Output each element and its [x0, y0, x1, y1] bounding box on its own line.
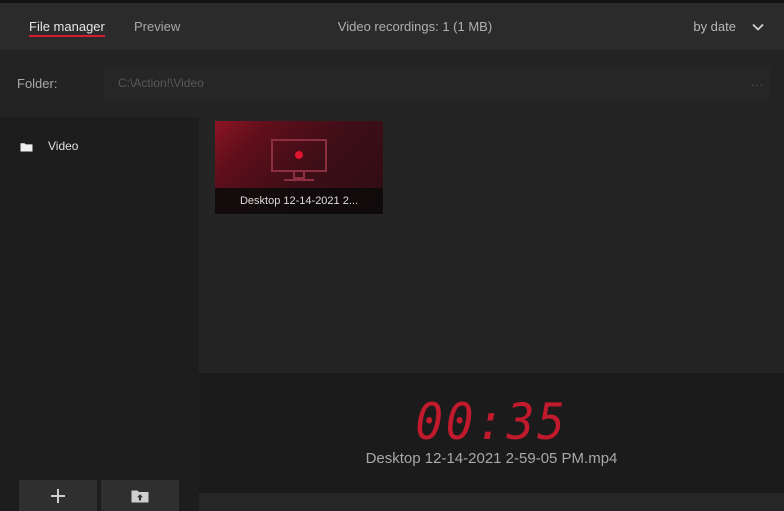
recording-thumbnail[interactable]: Desktop 12-14-2021 2...: [215, 121, 383, 214]
folder-path-value: C:\Action!\Video: [118, 76, 204, 90]
tab-preview[interactable]: Preview: [134, 3, 180, 50]
folder-icon: [20, 143, 33, 152]
tab-file-manager[interactable]: File manager: [29, 3, 105, 50]
folder-label: Folder:: [17, 76, 58, 91]
plus-icon: [51, 488, 65, 503]
recordings-grid: Desktop 12-14-2021 2...: [199, 117, 784, 373]
folder-upload-icon: [131, 490, 149, 502]
tab-file-manager-label: File manager: [29, 19, 105, 34]
add-folder-button[interactable]: [19, 480, 97, 511]
folder-row: Folder: C:\Action!\Video ...: [0, 50, 784, 117]
tab-preview-label: Preview: [134, 19, 181, 34]
sort-dropdown[interactable]: by date: [693, 3, 764, 50]
recordings-summary: Video recordings: 1 (1 MB): [0, 3, 784, 50]
recording-caption: Desktop 12-14-2021 2...: [215, 188, 383, 214]
duration-timer: 00:35: [415, 393, 568, 451]
preview-controls-strip: [199, 493, 784, 511]
preview-panel: 00:35 Desktop 12-14-2021 2-59-05 PM.mp4: [199, 373, 784, 493]
active-tab-underline: [29, 35, 105, 37]
sidebar-item-label: Video: [48, 139, 79, 153]
chevron-down-icon: [752, 23, 764, 31]
header-bar: File manager Preview Video recordings: 1…: [0, 3, 784, 50]
sidebar-item-video[interactable]: Video: [0, 135, 199, 159]
recordings-summary-text: Video recordings: 1 (1 MB): [337, 19, 493, 34]
preview-filename: Desktop 12-14-2021 2-59-05 PM.mp4: [365, 450, 618, 467]
folder-upload-button[interactable]: [101, 480, 179, 511]
folder-path-field[interactable]: C:\Action!\Video: [104, 67, 770, 100]
sidebar: Video: [0, 117, 199, 511]
monitor-record-icon: [271, 139, 327, 181]
sort-label: by date: [693, 19, 736, 34]
app-window: File manager Preview Video recordings: 1…: [0, 0, 784, 511]
browse-folder-button[interactable]: ...: [751, 75, 764, 89]
